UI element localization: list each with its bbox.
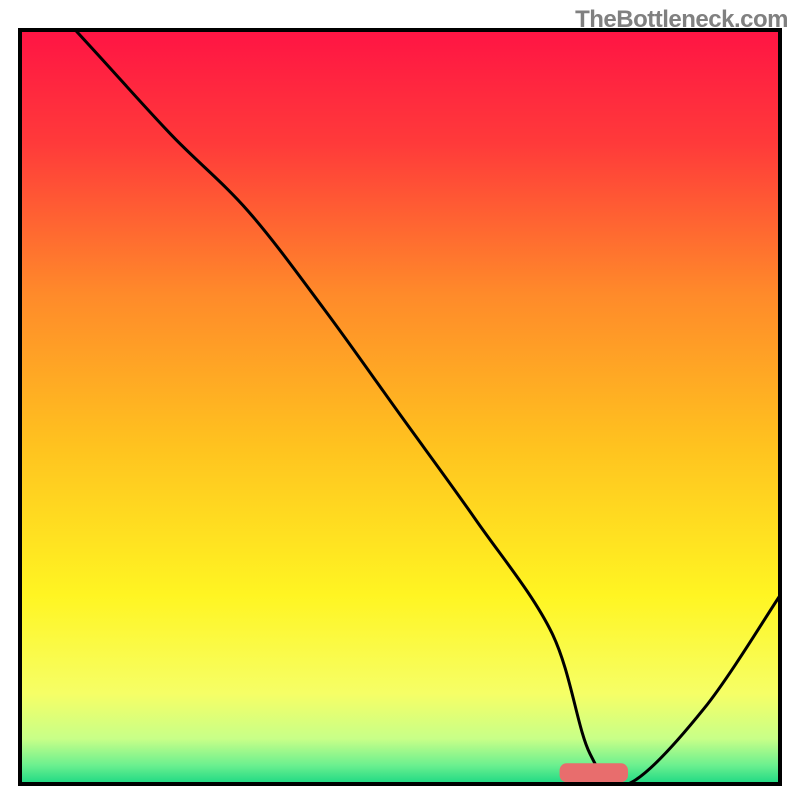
chart-svg: [0, 0, 800, 800]
optimal-range-marker: [560, 763, 628, 782]
gradient-background: [20, 30, 780, 784]
watermark-text: TheBottleneck.com: [575, 6, 788, 34]
chart-container: TheBottleneck.com: [0, 0, 800, 800]
